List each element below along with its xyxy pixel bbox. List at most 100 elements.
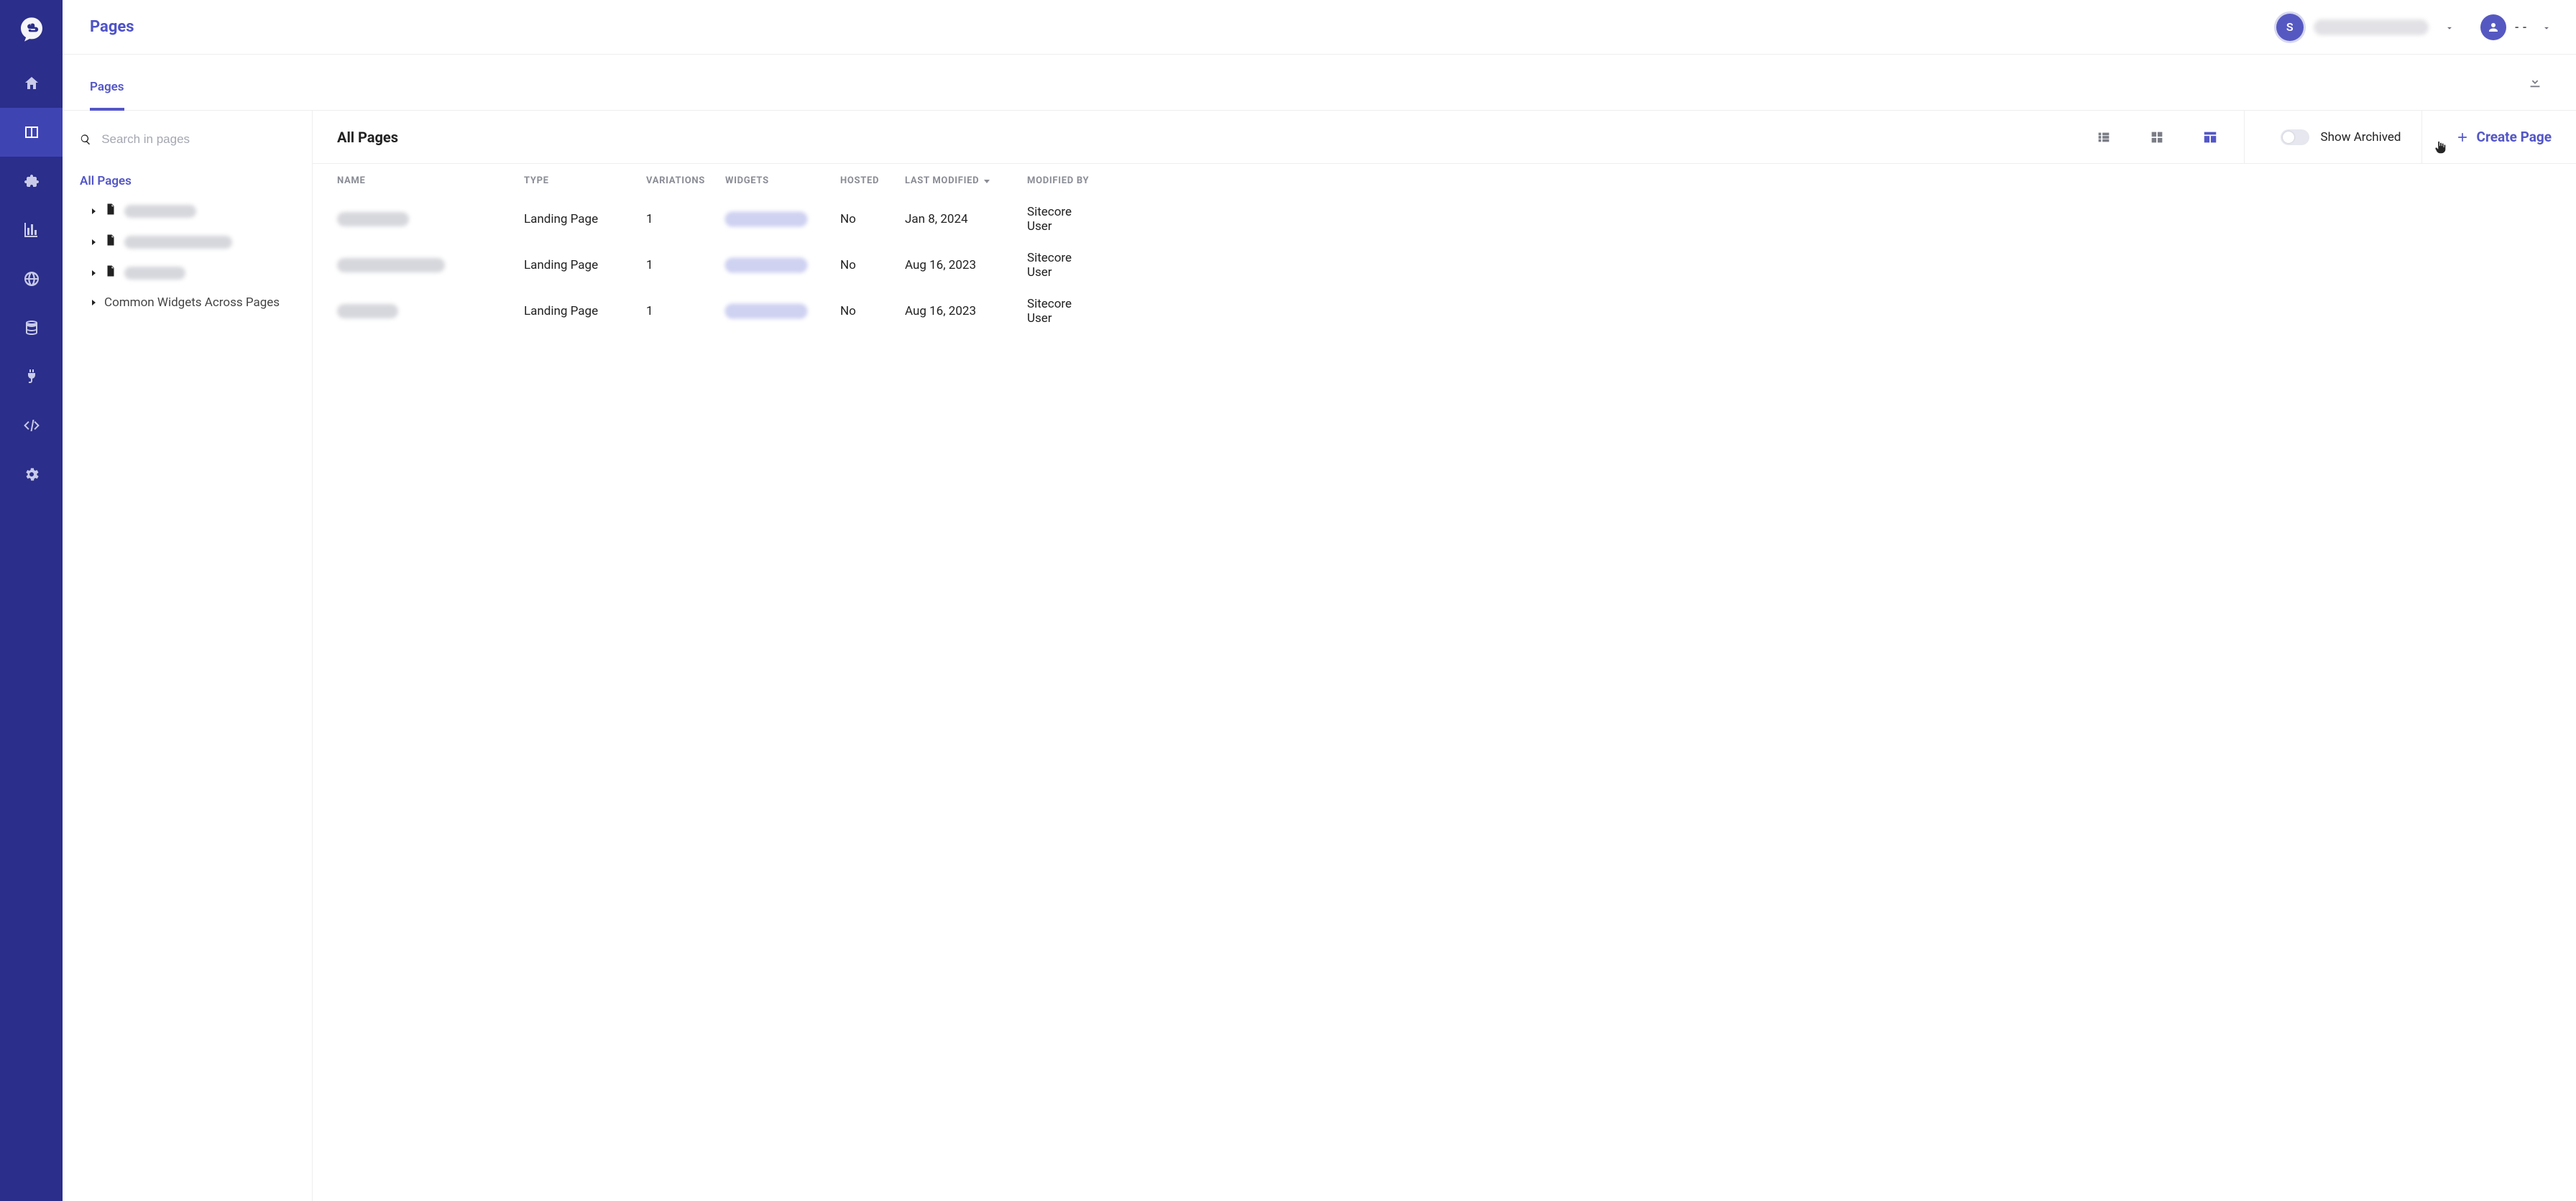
nav-global[interactable] <box>0 254 63 303</box>
nav-data[interactable] <box>0 303 63 352</box>
chevron-down-icon <box>2444 22 2455 32</box>
file-icon <box>104 264 117 281</box>
cell-type: Landing Page <box>500 196 622 242</box>
tree-item-label-redacted <box>124 236 232 249</box>
user-menu[interactable]: - - <box>2480 14 2552 40</box>
tree-item-label: Common Widgets Across Pages <box>104 295 280 310</box>
cell-name[interactable] <box>313 242 500 288</box>
col-modified-by[interactable]: MODIFIED BY <box>1003 164 1103 196</box>
tree-panel: All Pages Com <box>63 111 313 1201</box>
archived-toggle[interactable] <box>2281 129 2309 145</box>
nav-settings[interactable] <box>0 450 63 499</box>
panel-title: All Pages <box>337 129 398 146</box>
panel-header: All Pages Show Archived <box>313 111 2576 164</box>
nav-connect[interactable] <box>0 352 63 401</box>
tab-pages[interactable]: Pages <box>90 80 124 110</box>
content: All Pages Com <box>63 111 2576 1201</box>
col-last-modified[interactable]: LAST MODIFIED <box>880 164 1003 196</box>
plus-icon <box>2455 130 2470 144</box>
user-label: - - <box>2515 20 2527 34</box>
cell-variations: 1 <box>622 242 701 288</box>
tree-item[interactable] <box>63 257 312 288</box>
brand-logo[interactable] <box>0 0 63 59</box>
caret-right-icon <box>90 295 97 310</box>
user-avatar <box>2480 14 2506 40</box>
caret-right-icon <box>90 266 97 280</box>
code-icon <box>23 417 40 434</box>
col-type[interactable]: TYPE <box>500 164 622 196</box>
cell-variations: 1 <box>622 196 701 242</box>
tree-item-label-redacted <box>124 267 185 280</box>
cell-last-modified: Jan 8, 2024 <box>880 196 1003 242</box>
caret-right-icon <box>90 204 97 218</box>
cell-widgets[interactable] <box>701 196 816 242</box>
gear-icon <box>23 466 40 483</box>
org-selector[interactable]: S <box>2272 11 2459 44</box>
cell-modified-by: Sitecore User <box>1003 288 1103 334</box>
view-grid-button[interactable] <box>2149 129 2165 145</box>
user-icon <box>2487 21 2500 34</box>
cell-widgets[interactable] <box>701 288 816 334</box>
tree-item-common-widgets[interactable]: Common Widgets Across Pages <box>63 288 312 317</box>
tree: All Pages Com <box>63 162 312 321</box>
file-icon <box>104 234 117 250</box>
show-archived-toggle: Show Archived <box>2260 111 2422 163</box>
col-hosted[interactable]: HOSTED <box>816 164 880 196</box>
cell-hosted: No <box>816 196 880 242</box>
table-icon <box>2202 129 2218 145</box>
home-icon <box>23 75 40 92</box>
search-wrap <box>63 122 312 162</box>
nav-analytics[interactable] <box>0 206 63 254</box>
cell-widgets-redacted <box>725 258 807 272</box>
grid-icon <box>2149 129 2165 145</box>
col-name[interactable]: NAME <box>313 164 500 196</box>
table-wrap: NAME TYPE VARIATIONS WIDGETS HOSTED LAST… <box>313 164 2576 1201</box>
cell-name-redacted <box>337 304 398 318</box>
cell-last-modified: Aug 16, 2023 <box>880 242 1003 288</box>
search-input[interactable] <box>101 132 295 147</box>
tree-item[interactable] <box>63 195 312 226</box>
tree-item-label-redacted <box>124 205 196 218</box>
chevron-down-icon <box>2542 22 2552 32</box>
cell-name-redacted <box>337 212 409 226</box>
cell-hosted: No <box>816 242 880 288</box>
cell-widgets-redacted <box>725 212 807 226</box>
globe-icon <box>23 270 40 287</box>
col-widgets[interactable]: WIDGETS <box>701 164 816 196</box>
caret-right-icon <box>90 235 97 249</box>
tree-item[interactable] <box>63 226 312 257</box>
nav-home[interactable] <box>0 59 63 108</box>
search-icon <box>80 133 91 146</box>
nav-pages[interactable] <box>0 108 63 157</box>
create-page-label: Create Page <box>2477 129 2552 145</box>
cell-name[interactable] <box>313 288 500 334</box>
org-name-redacted <box>2314 19 2429 35</box>
cell-hosted: No <box>816 288 880 334</box>
cell-variations: 1 <box>622 288 701 334</box>
page-title: Pages <box>90 18 134 36</box>
puzzle-icon <box>23 172 40 190</box>
cell-modified-by: Sitecore User <box>1003 196 1103 242</box>
layout-icon <box>23 124 40 141</box>
nav-extensions[interactable] <box>0 157 63 206</box>
cell-widgets[interactable] <box>701 242 816 288</box>
nav-dev[interactable] <box>0 401 63 450</box>
download-button[interactable] <box>2527 73 2546 92</box>
logo-icon <box>17 15 46 44</box>
view-list-button[interactable] <box>2096 129 2112 145</box>
cell-name[interactable] <box>313 196 500 242</box>
page-header: Pages S - - <box>63 0 2576 55</box>
create-page-button[interactable]: Create Page <box>2438 129 2552 145</box>
view-table-button[interactable] <box>2202 129 2218 145</box>
cell-type: Landing Page <box>500 288 622 334</box>
left-rail <box>0 0 63 1201</box>
tabs-bar: Pages <box>63 55 2576 111</box>
cell-widgets-redacted <box>725 304 807 318</box>
main: Pages S - - Pages <box>63 0 2576 1201</box>
org-avatar: S <box>2276 14 2304 41</box>
plug-icon <box>23 368 40 385</box>
col-variations[interactable]: VARIATIONS <box>622 164 701 196</box>
cell-type: Landing Page <box>500 242 622 288</box>
tree-root-all-pages[interactable]: All Pages <box>63 167 312 195</box>
page-table: NAME TYPE VARIATIONS WIDGETS HOSTED LAST… <box>313 164 2576 334</box>
